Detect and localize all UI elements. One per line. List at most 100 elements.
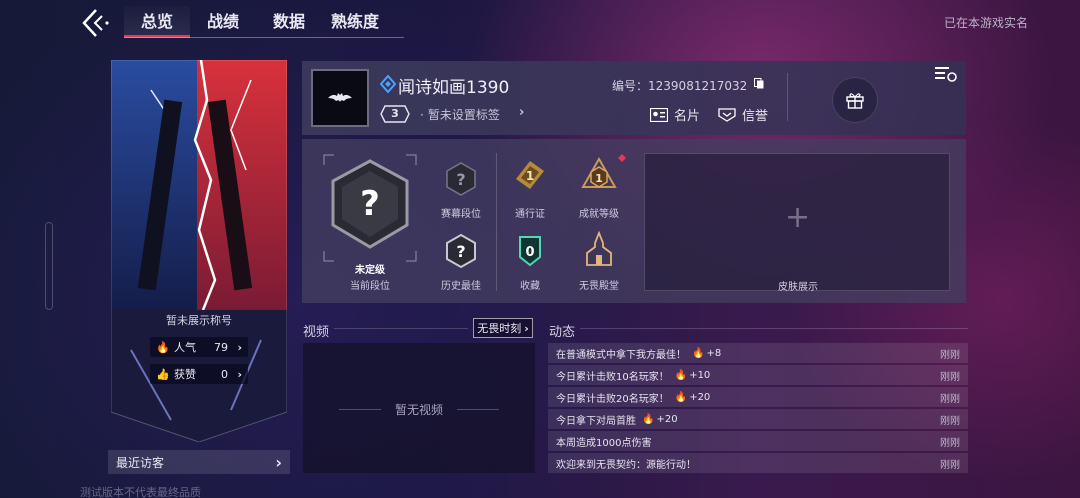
level-value: 3 <box>391 107 399 120</box>
feed-item-time: 刚刚 <box>940 371 960 383</box>
copy-icon[interactable] <box>754 78 764 89</box>
feed-item-time: 刚刚 <box>940 415 960 427</box>
skin-showcase-label: 皮肤展示 <box>778 282 818 293</box>
avatar[interactable] <box>311 69 369 127</box>
tab-proficiency[interactable]: 熟练度 <box>322 6 388 38</box>
ranks-panel: ? 未定级 当前段位 ? 赛幕段位 ? 历史最佳 1 通行证 1 成就等级 0 … <box>302 139 966 303</box>
banner-title: 暂未展示称号 <box>166 314 232 327</box>
recent-visitors-label: 最近访客 <box>116 455 165 470</box>
credit-shield-icon <box>718 107 736 122</box>
chevron-right-icon[interactable]: › <box>519 105 524 120</box>
feed-item: 今日累计击败10名玩家！ 🔥 +10 刚刚 <box>548 365 968 385</box>
battle-pass-value: 1 <box>526 169 534 183</box>
username: 闻诗如画1390 <box>398 78 510 98</box>
chevron-right-icon: › <box>275 452 282 472</box>
tag-label: 暂未设置标签 <box>427 108 500 122</box>
feed-item-time: 刚刚 <box>940 459 960 471</box>
settings-menu-icon[interactable] <box>934 65 958 83</box>
highlights-label: 无畏时刻 <box>477 322 522 335</box>
fire-icon: 🔥 <box>674 369 688 381</box>
season-rank-icon[interactable]: ? <box>443 161 479 197</box>
tab-bar: 总览 战绩 数据 熟练度 <box>124 6 388 38</box>
popularity-label: 人气 <box>174 341 196 354</box>
season-rank-label: 赛幕段位 <box>441 209 481 220</box>
divider <box>787 73 788 121</box>
player-uid: 编号：1239081217032 <box>612 77 747 94</box>
credit-button[interactable]: 信誉 <box>718 105 768 124</box>
notification-dot-icon <box>618 154 626 162</box>
feed-item: 今日累计击败20名玩家！ 🔥 +20 刚刚 <box>548 387 968 407</box>
history-best-label: 历史最佳 <box>441 281 481 292</box>
battle-pass-icon[interactable]: 1 <box>512 157 548 193</box>
feed-item: 本周造成1000点伤害 刚刚 <box>548 431 968 451</box>
collection-value: 0 <box>525 245 534 260</box>
video-section-title: 视频 <box>303 325 330 340</box>
chevron-right-icon: › <box>237 367 242 381</box>
divider <box>334 328 468 329</box>
current-rank-label: 当前段位 <box>350 281 390 292</box>
likes-row[interactable]: 👍 获赞 0 › <box>150 364 248 384</box>
tab-data[interactable]: 数据 <box>256 6 322 38</box>
back-arrow-icon[interactable] <box>78 8 112 38</box>
highlights-button[interactable]: 无畏时刻 › <box>473 318 533 338</box>
divider <box>580 328 968 329</box>
feed-item-bonus: +20 <box>656 413 678 425</box>
feed-item-time: 刚刚 <box>940 393 960 405</box>
likes-value: 0 <box>221 367 228 381</box>
gift-button[interactable] <box>832 77 878 123</box>
history-best-icon[interactable]: ? <box>443 233 479 269</box>
achievement-level-icon[interactable]: 1 <box>581 157 617 193</box>
diamond-rank-icon <box>380 75 396 93</box>
realname-notice: 已在本游戏实名 <box>943 16 1028 30</box>
fire-icon: 🔥 <box>642 413 655 425</box>
feed-section-title: 动态 <box>549 325 576 340</box>
tag-text[interactable]: · 暂未设置标签 <box>420 106 500 123</box>
feed-item-bonus: +10 <box>689 369 711 381</box>
skin-showcase[interactable]: + 皮肤展示 <box>644 153 950 293</box>
battle-pass-label: 通行证 <box>515 209 545 220</box>
feed-item: 欢迎来到无畏契约：源能行动！ 刚刚 <box>548 453 968 473</box>
fire-icon: 🔥 <box>674 391 688 403</box>
feed-item-time: 刚刚 <box>940 437 960 449</box>
player-banner-card[interactable] <box>111 60 287 442</box>
tab-divider <box>124 37 404 38</box>
achievement-label: 成就等级 <box>579 209 619 220</box>
chevron-right-icon: › <box>237 340 242 354</box>
uid-value: 1239081217032 <box>648 79 748 93</box>
namecard-button[interactable]: 名片 <box>650 105 700 124</box>
feed-item-text: 今日拿下对局首胜 <box>556 415 636 427</box>
feed-item-text: 欢迎来到无畏契约：源能行动！ <box>556 459 696 471</box>
tab-overview[interactable]: 总览 <box>124 6 190 38</box>
divider <box>496 153 497 291</box>
current-rank-badge[interactable]: ? <box>322 153 418 263</box>
feed-item-bonus: +8 <box>706 347 722 359</box>
feed-item-text: 今日累计击败10名玩家！ <box>556 371 669 383</box>
collection-label: 收藏 <box>520 281 540 292</box>
plus-icon: + <box>785 200 811 235</box>
popularity-row[interactable]: 🔥 人气 79 › <box>150 337 248 357</box>
collection-icon[interactable]: 0 <box>512 231 548 267</box>
feed-item-text: 本周造成1000点伤害 <box>556 437 652 449</box>
namecard-label: 名片 <box>674 109 701 124</box>
video-empty-text: 暂无视频 <box>394 403 443 417</box>
likes-label: 获赞 <box>174 368 196 381</box>
video-area: 暂无视频 <box>303 343 535 473</box>
hall-icon[interactable] <box>581 231 617 267</box>
bat-emblem-icon <box>328 93 352 102</box>
feed-item-text: 在普通模式中拿下我方最佳！ <box>556 349 686 361</box>
uid-label: 编号： <box>612 79 649 93</box>
namecard-icon <box>650 107 668 122</box>
fire-icon: 🔥 <box>156 340 170 354</box>
feed-item-bonus: +20 <box>689 391 711 403</box>
achievement-value: 1 <box>595 172 603 185</box>
current-rank-name: 未定级 <box>355 265 385 276</box>
test-version-watermark: 测试版本不代表最终品质 <box>80 486 201 498</box>
svg-text:?: ? <box>456 242 465 261</box>
credit-label: 信誉 <box>742 109 769 124</box>
popularity-value: 79 <box>214 340 228 354</box>
svg-text:?: ? <box>360 184 380 224</box>
fire-icon: 🔥 <box>692 347 705 359</box>
feed-item: 今日拿下对局首胜 🔥 +20 刚刚 <box>548 409 968 429</box>
recent-visitors-button[interactable]: 最近访客 › <box>108 450 290 474</box>
tab-record[interactable]: 战绩 <box>190 6 256 38</box>
